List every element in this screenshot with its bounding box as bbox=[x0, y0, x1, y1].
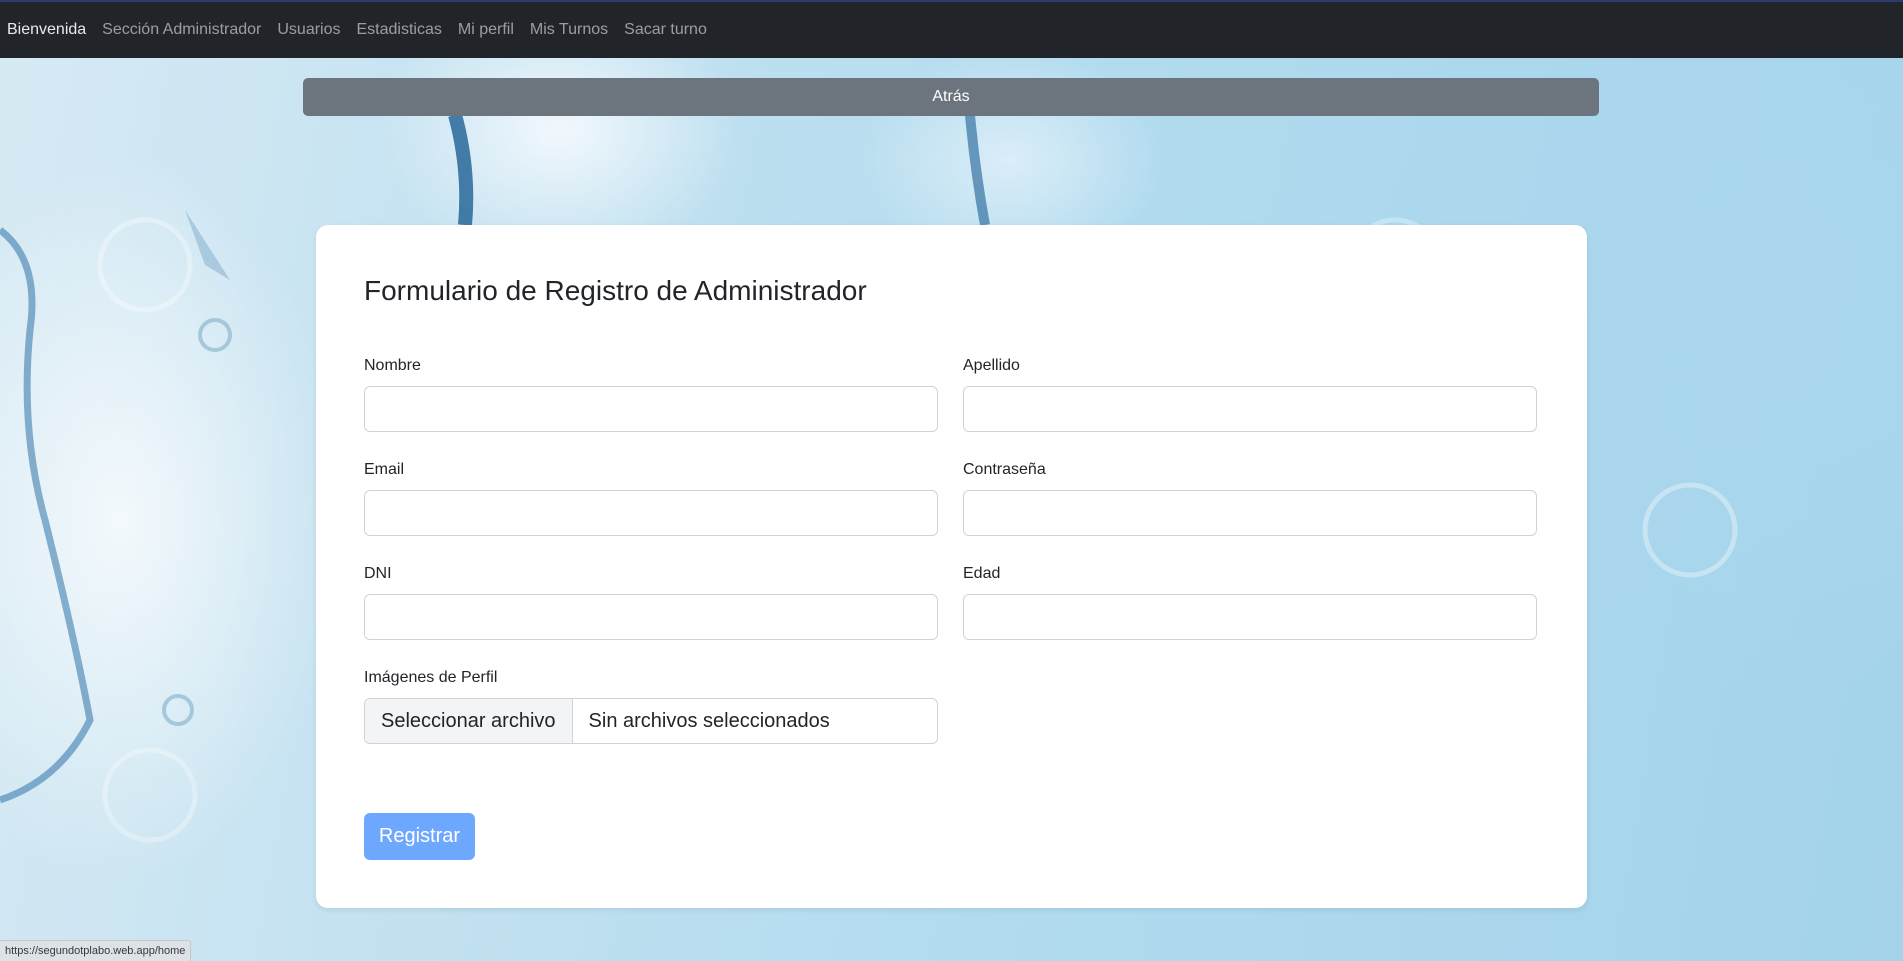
contrasena-label: Contraseña bbox=[963, 461, 1046, 478]
nombre-input[interactable] bbox=[364, 386, 938, 432]
email-input[interactable] bbox=[364, 490, 938, 536]
nav-item-seccion-administrador[interactable]: Sección Administrador bbox=[102, 21, 261, 39]
nav-item-estadisticas[interactable]: Estadisticas bbox=[357, 21, 442, 39]
nav-item-usuarios[interactable]: Usuarios bbox=[277, 21, 340, 39]
form-title: Formulario de Registro de Administrador bbox=[364, 275, 867, 306]
nav-item-mis-turnos[interactable]: Mis Turnos bbox=[530, 21, 608, 39]
apellido-label: Apellido bbox=[963, 357, 1020, 374]
nav-item-mi-perfil[interactable]: Mi perfil bbox=[458, 21, 514, 39]
dni-input[interactable] bbox=[364, 594, 938, 640]
back-button[interactable]: Atrás bbox=[303, 78, 1599, 116]
select-file-button[interactable]: Seleccionar archivo bbox=[365, 699, 573, 743]
edad-label: Edad bbox=[963, 565, 1001, 582]
status-bar-url: https://segundotplabo.web.app/home bbox=[0, 940, 192, 961]
email-label: Email bbox=[364, 461, 405, 478]
edad-input[interactable] bbox=[963, 594, 1537, 640]
apellido-input[interactable] bbox=[963, 386, 1537, 432]
register-button[interactable]: Registrar bbox=[364, 813, 475, 860]
file-status-text: Sin archivos seleccionados bbox=[588, 710, 830, 732]
registration-form-card: Formulario de Registro de Administrador … bbox=[316, 225, 1587, 908]
imagenes-label: Imágenes de Perfil bbox=[364, 669, 498, 686]
nav-item-bienvenida[interactable]: Bienvenida bbox=[7, 21, 86, 39]
dni-label: DNI bbox=[364, 565, 392, 582]
nombre-label: Nombre bbox=[364, 357, 421, 374]
top-navbar: Bienvenida Sección Administrador Usuario… bbox=[0, 0, 1903, 58]
nav-item-sacar-turno[interactable]: Sacar turno bbox=[624, 21, 707, 39]
profile-images-file-input[interactable]: Seleccionar archivo Sin archivos selecci… bbox=[364, 698, 938, 744]
contrasena-input[interactable] bbox=[963, 490, 1537, 536]
